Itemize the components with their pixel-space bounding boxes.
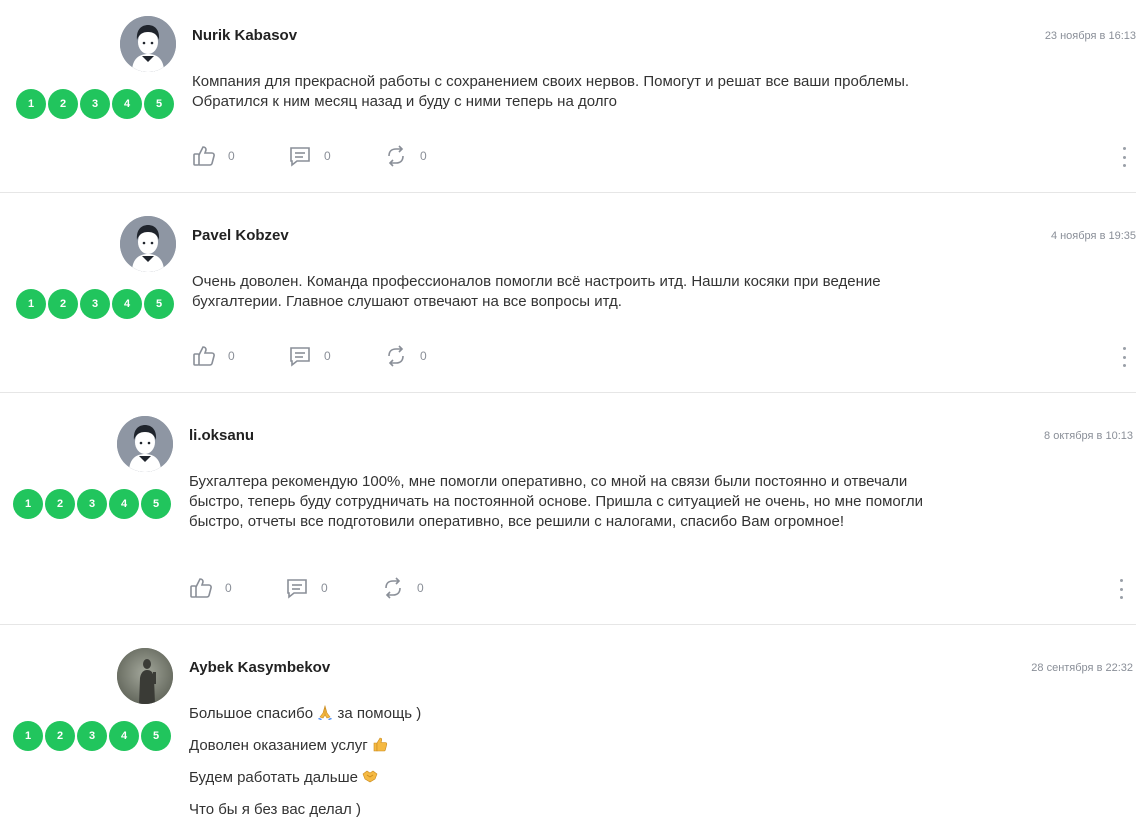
rating-2[interactable]: 2 <box>48 289 78 319</box>
avatar[interactable] <box>117 648 173 704</box>
comment-count: 0 <box>324 149 331 163</box>
review-text: Большое спасибо за помощь ) Доволен оказ… <box>189 704 939 832</box>
like-count: 0 <box>228 149 235 163</box>
repost-count: 0 <box>417 581 424 595</box>
more-vertical-icon[interactable] <box>1121 147 1127 167</box>
more-vertical-icon[interactable] <box>1121 347 1127 367</box>
rating-4[interactable]: 4 <box>112 289 142 319</box>
review-line: Будем работать дальше <box>189 768 939 788</box>
review-line: Что бы я без вас делал ) <box>189 800 939 820</box>
rating-1[interactable]: 1 <box>16 289 46 319</box>
praying-hands-icon <box>317 704 333 720</box>
review-text: Очень доволен. Команда профессионалов по… <box>192 273 881 310</box>
comment-icon <box>285 577 309 599</box>
like-button[interactable]: 0 <box>192 145 235 167</box>
repost-icon <box>384 145 408 167</box>
repost-button[interactable]: 0 <box>384 345 427 367</box>
rating-4[interactable]: 4 <box>112 89 142 119</box>
thumb-up-icon <box>189 577 213 599</box>
review-line-text: Что бы я без вас делал ) <box>189 801 361 818</box>
review-line-text: Доволен оказанием услуг <box>189 737 368 754</box>
rating-4[interactable]: 4 <box>109 721 139 751</box>
review-date[interactable]: 8 октября в 10:13 <box>1044 430 1133 442</box>
repost-button[interactable]: 0 <box>381 577 424 599</box>
comment-button[interactable]: 0 <box>288 345 331 367</box>
avatar[interactable] <box>117 416 173 472</box>
review-date[interactable]: 28 сентября в 22:32 <box>1031 662 1133 674</box>
repost-icon <box>384 345 408 367</box>
rating-3[interactable]: 3 <box>77 721 107 751</box>
review-line-text: Будем работать дальше <box>189 769 358 786</box>
rating-1[interactable]: 1 <box>13 721 43 751</box>
rating-1[interactable]: 1 <box>16 89 46 119</box>
repost-icon <box>381 577 405 599</box>
rating-3[interactable]: 3 <box>80 289 110 319</box>
thumb-up-icon <box>192 345 216 367</box>
rating-5[interactable]: 5 <box>141 721 171 751</box>
comment-button[interactable]: 0 <box>285 577 328 599</box>
rating-2[interactable]: 2 <box>45 721 75 751</box>
review-line: Большое спасибо за помощь ) <box>189 704 939 724</box>
author-name[interactable]: Nurik Kabasov <box>192 27 297 44</box>
avatar[interactable] <box>120 216 176 272</box>
author-name[interactable]: li.oksanu <box>189 427 254 444</box>
rating-1[interactable]: 1 <box>13 489 43 519</box>
thumb-up-icon <box>192 145 216 167</box>
rating-2[interactable]: 2 <box>48 89 78 119</box>
rating-4[interactable]: 4 <box>109 489 139 519</box>
like-count: 0 <box>228 349 235 363</box>
rating-2[interactable]: 2 <box>45 489 75 519</box>
review-line-text: Большое спасибо <box>189 705 314 722</box>
rating-3[interactable]: 3 <box>77 489 107 519</box>
comment-icon <box>288 345 312 367</box>
handshake-icon <box>362 768 378 784</box>
rating-scale: 1 2 3 4 5 <box>13 489 173 519</box>
review-card: 1 2 3 4 5 Aybek Kasymbekov 28 сентября в… <box>0 625 1142 831</box>
like-button[interactable]: 0 <box>192 345 235 367</box>
rating-5[interactable]: 5 <box>144 289 174 319</box>
rating-3[interactable]: 3 <box>80 89 110 119</box>
comment-count: 0 <box>321 581 328 595</box>
rating-scale: 1 2 3 4 5 <box>13 721 173 751</box>
rating-scale: 1 2 3 4 5 <box>16 289 176 319</box>
comment-icon <box>288 145 312 167</box>
author-name[interactable]: Aybek Kasymbekov <box>189 659 330 676</box>
review-card: 1 2 3 4 5 Pavel Kobzev 4 ноября в 19:35 … <box>0 193 1142 392</box>
thumbs-up-emoji-icon <box>372 736 388 752</box>
rating-scale: 1 2 3 4 5 <box>16 89 176 119</box>
more-vertical-icon[interactable] <box>1118 579 1124 599</box>
like-button[interactable]: 0 <box>189 577 232 599</box>
rating-5[interactable]: 5 <box>141 489 171 519</box>
repost-count: 0 <box>420 349 427 363</box>
repost-button[interactable]: 0 <box>384 145 427 167</box>
review-date[interactable]: 4 ноября в 19:35 <box>1051 230 1136 242</box>
review-text: Компания для прекрасной работы с сохране… <box>192 73 910 110</box>
review-card: 1 2 3 4 5 li.oksanu 8 октября в 10:13 Бу… <box>0 393 1142 624</box>
review-line: Доволен оказанием услуг <box>189 736 939 756</box>
author-name[interactable]: Pavel Kobzev <box>192 227 289 244</box>
comment-button[interactable]: 0 <box>288 145 331 167</box>
rating-5[interactable]: 5 <box>144 89 174 119</box>
review-card: 1 2 3 4 5 Nurik Kabasov 23 ноября в 16:1… <box>0 0 1142 192</box>
review-line-text: за помощь ) <box>337 705 422 722</box>
avatar[interactable] <box>120 16 176 72</box>
comment-count: 0 <box>324 349 331 363</box>
repost-count: 0 <box>420 149 427 163</box>
review-text: Бухгалтера рекомендую 100%, мне помогли … <box>189 473 924 530</box>
review-date[interactable]: 23 ноября в 16:13 <box>1045 30 1136 42</box>
like-count: 0 <box>225 581 232 595</box>
